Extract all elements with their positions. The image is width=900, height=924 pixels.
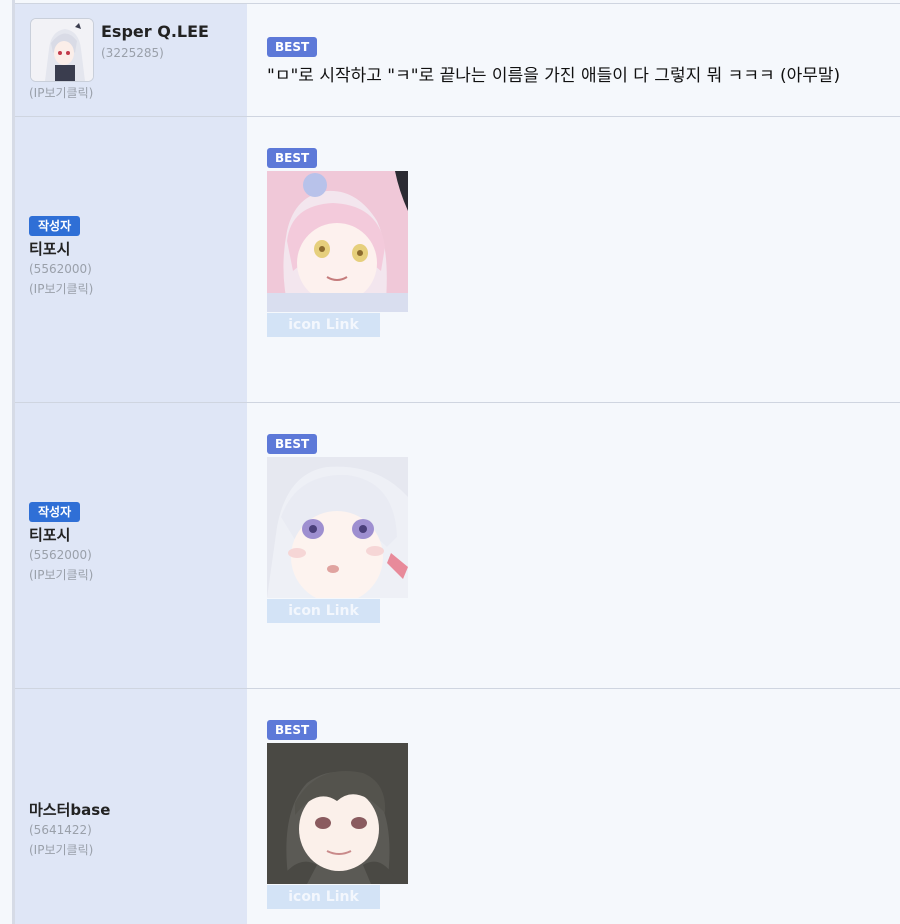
author-column: 작성자 티포시 (5562000) (IP보기클릭) [15,117,247,402]
ip-view-link[interactable]: (IP보기클릭) [29,84,93,101]
best-badge: BEST [267,720,318,740]
comment-content: BEST icon Link [247,403,900,688]
best-badge: BEST [267,148,318,168]
comment-content: BEST icon Link [247,117,900,402]
author-info: 작성자 티포시 (5562000) (IP보기클릭) [29,215,93,299]
pink-hair-anime-girl-icon[interactable] [267,171,408,312]
icon-link-button[interactable]: icon Link [267,885,380,909]
white-hair-anime-girl-icon[interactable] [267,457,408,598]
author-column: 작성자 티포시 (5562000) (IP보기클릭) [15,403,247,688]
comment-row: Esper Q.LEE (3225285) (IP보기클릭) BEST "ㅁ"로… [15,3,900,116]
comment-content: BEST icon Link [247,689,900,924]
author-column: Esper Q.LEE (3225285) (IP보기클릭) [15,4,247,116]
author-badge: 작성자 [29,216,81,236]
author-name[interactable]: 티포시 [29,239,93,259]
icon-link-button[interactable]: icon Link [267,313,380,337]
comment-row: 마스터base (5641422) (IP보기클릭) BEST icon Lin… [15,688,900,924]
comment-text: "ㅁ"로 시작하고 "ㅋ"로 끝나는 이름을 가진 애들이 다 그렇지 뭐 ㅋㅋ… [267,66,841,86]
comment-content: BEST "ㅁ"로 시작하고 "ㅋ"로 끝나는 이름을 가진 애들이 다 그렇지… [247,4,900,116]
author-info: 마스터base (5641422) (IP보기클릭) [29,797,110,860]
author-id: (5641422) [29,823,92,837]
comment-list: Esper Q.LEE (3225285) (IP보기클릭) BEST "ㅁ"로… [15,0,900,924]
dark-hair-anime-girl-icon[interactable] [267,743,408,884]
ip-view-link[interactable]: (IP보기클릭) [29,565,93,585]
comment-row: 작성자 티포시 (5562000) (IP보기클릭) BEST icon Lin… [15,402,900,688]
author-badge: 작성자 [29,502,81,522]
comment-row: 작성자 티포시 (5562000) (IP보기클릭) BEST icon Lin… [15,116,900,402]
author-name[interactable]: 마스터base [29,800,110,820]
best-badge: BEST [267,37,318,57]
author-id: (5562000) [29,548,92,562]
author-id: (3225285) [101,46,164,60]
avatar-image-icon [31,19,93,81]
author-column: 마스터base (5641422) (IP보기클릭) [15,689,247,924]
author-name[interactable]: Esper Q.LEE [101,22,209,41]
icon-link-button[interactable]: icon Link [267,599,380,623]
author-id: (5562000) [29,262,92,276]
author-name[interactable]: 티포시 [29,525,93,545]
best-badge: BEST [267,434,318,454]
ip-view-link[interactable]: (IP보기클릭) [29,279,93,299]
author-info: 작성자 티포시 (5562000) (IP보기클릭) [29,501,93,585]
ip-view-link[interactable]: (IP보기클릭) [29,840,110,860]
avatar[interactable] [30,18,94,82]
